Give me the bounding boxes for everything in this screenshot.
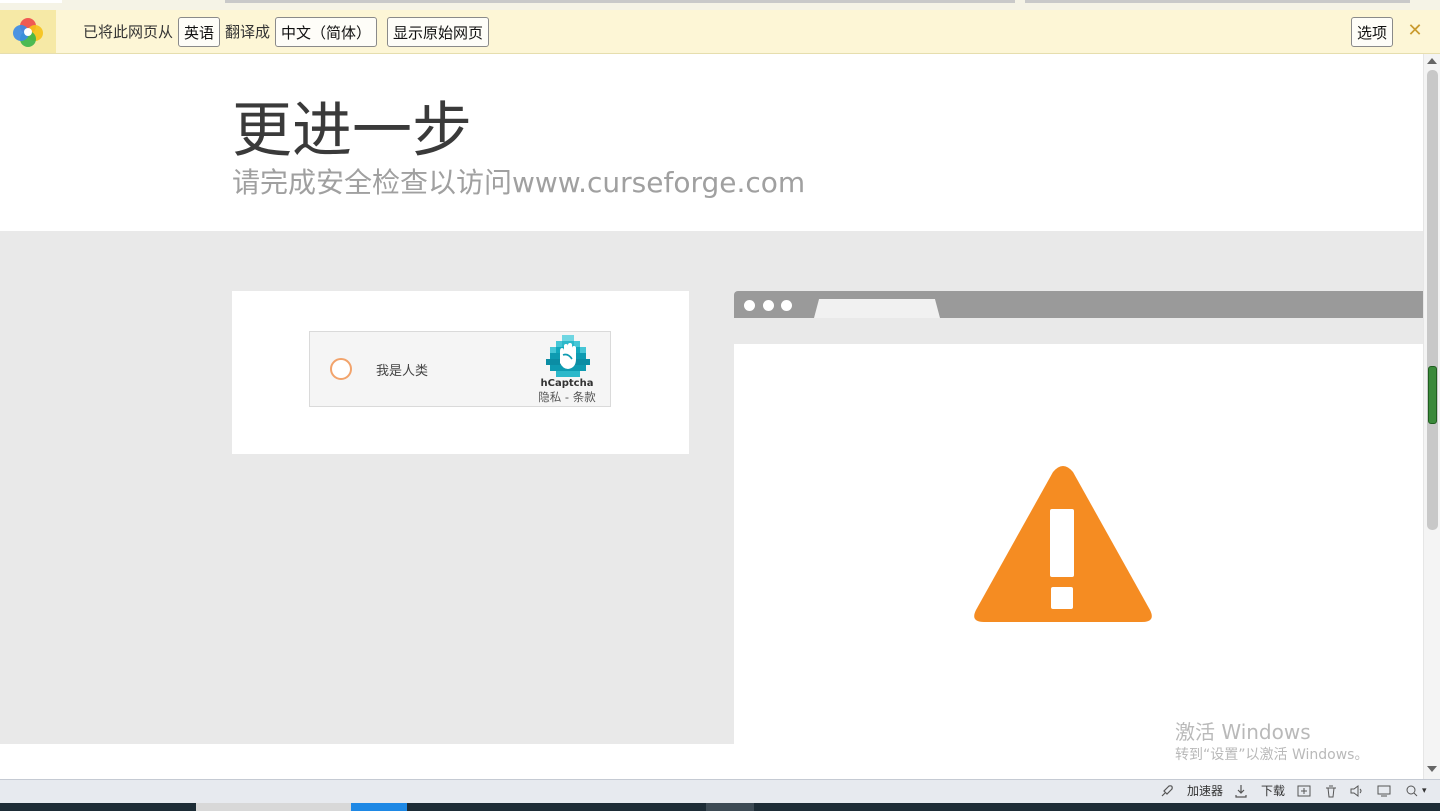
vertical-scrollbar[interactable] [1423, 54, 1440, 779]
active-tab-edge[interactable] [0, 0, 62, 3]
hcaptcha-logo-icon [546, 335, 590, 377]
hcaptcha-checkbox-label[interactable]: 我是人类 [376, 360, 428, 379]
download-button[interactable]: 下载 [1261, 783, 1285, 799]
taskbar-item[interactable] [196, 803, 351, 811]
browser-illustration-titlebar [734, 291, 1423, 318]
hcaptcha-widget: 我是人类 hCaptcha 隐私 - 条款 [309, 331, 611, 407]
taskbar-item[interactable] [706, 803, 754, 811]
show-original-button[interactable]: 显示原始网页 [387, 17, 489, 47]
rocket-icon[interactable] [1160, 784, 1174, 798]
options-button[interactable]: 选项 [1351, 17, 1393, 47]
translate-middle-text: 翻译成 [225, 23, 271, 41]
status-bar: 加速器 下载 ▾ [0, 779, 1440, 803]
page-header: 更进一步 请完成安全检查以访问www.curseforge.com [0, 54, 1423, 231]
hcaptcha-privacy-terms-link[interactable]: 隐私 - 条款 [534, 389, 600, 405]
captcha-card: 我是人类 hCaptcha 隐私 - 条款 [232, 291, 689, 454]
target-language-button[interactable]: 中文（简体） [275, 17, 377, 47]
add-window-icon[interactable] [1297, 784, 1311, 798]
browser-illustration-addressbar [734, 318, 1423, 344]
volume-icon[interactable] [1350, 784, 1364, 798]
scrollbar-grip[interactable] [1428, 366, 1437, 424]
tab-edge[interactable] [225, 0, 1015, 3]
close-icon[interactable]: ✕ [1404, 20, 1426, 42]
hcaptcha-brand: hCaptcha [540, 378, 594, 389]
window-dot [744, 300, 755, 311]
zoom-icon[interactable] [1405, 784, 1419, 798]
content-area: 我是人类 hCaptcha 隐私 - 条款 [0, 231, 1423, 744]
source-language-button[interactable]: 英语 [178, 17, 220, 47]
browser-logo-icon [0, 10, 56, 53]
hcaptcha-checkbox[interactable] [330, 358, 352, 380]
taskbar-item[interactable] [351, 803, 407, 811]
page-title: 更进一步 [232, 96, 472, 166]
page-subtitle: 请完成安全检查以访问www.curseforge.com [232, 166, 806, 199]
accelerator-button[interactable]: 加速器 [1187, 783, 1223, 799]
tab-edge[interactable] [1025, 0, 1410, 3]
scrollbar-thumb[interactable] [1427, 70, 1438, 530]
browser-illustration [734, 291, 1423, 744]
browser-tab-strip [0, 0, 1440, 10]
window-dot [763, 300, 774, 311]
activate-windows-title: 激活 Windows [1175, 720, 1311, 744]
window-dot [781, 300, 792, 311]
scroll-down-icon[interactable] [1427, 766, 1437, 772]
screen-icon[interactable] [1377, 784, 1391, 798]
browser-illustration-body [734, 344, 1423, 744]
scroll-up-icon[interactable] [1427, 58, 1437, 64]
translate-bar: 已将此网页从 英语 翻译成 中文（简体） 显示原始网页 选项 ✕ [0, 10, 1440, 54]
chevron-down-icon[interactable]: ▾ [1422, 783, 1427, 799]
download-icon[interactable] [1234, 784, 1248, 798]
activate-windows-subtitle: 转到“设置”以激活 Windows。 [1175, 747, 1369, 763]
warning-triangle-icon [974, 466, 1152, 622]
browser-illustration-tab [814, 299, 940, 318]
windows-taskbar [0, 803, 1440, 811]
translate-prefix-text: 已将此网页从 [83, 23, 174, 41]
trash-icon[interactable] [1324, 784, 1338, 798]
